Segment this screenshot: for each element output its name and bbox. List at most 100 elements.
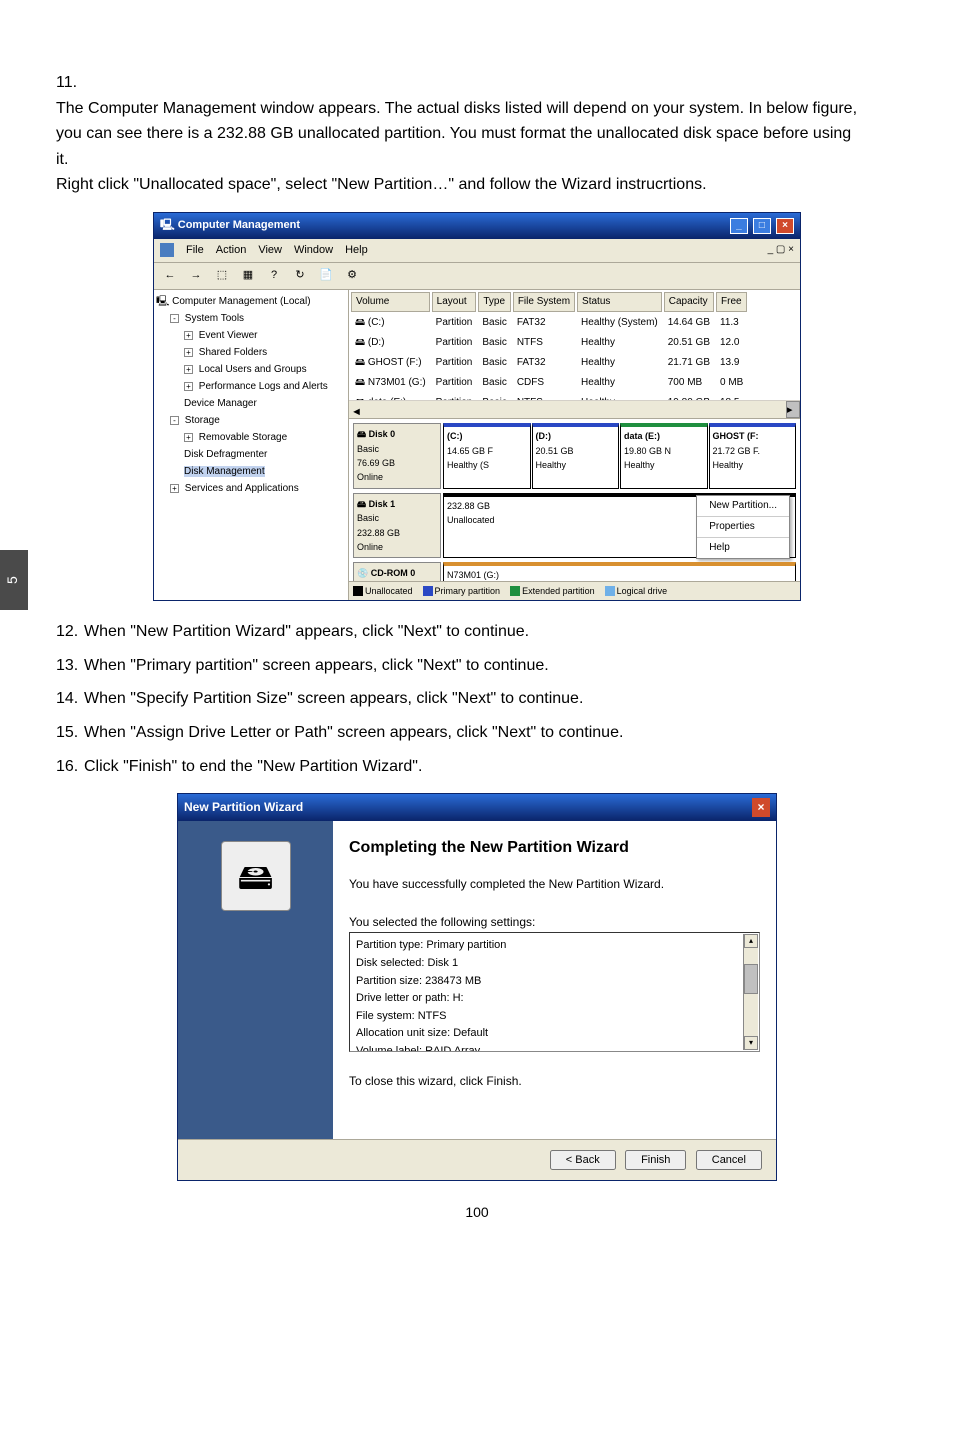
step-text: The Computer Management window appears. … bbox=[56, 96, 866, 198]
tree-item[interactable]: + Shared Folders bbox=[184, 345, 346, 361]
minimize-button[interactable]: _ bbox=[730, 218, 748, 234]
refresh-icon[interactable]: ↻ bbox=[290, 266, 310, 286]
tree-item[interactable]: + Event Viewer bbox=[184, 328, 346, 344]
list-item: Disk selected: Disk 1 bbox=[356, 955, 735, 973]
window-title: Computer Management bbox=[178, 219, 300, 231]
partition[interactable]: (C:)14.65 GB FHealthy (S bbox=[443, 423, 531, 489]
step-number: 12. bbox=[56, 619, 84, 645]
disk-icon: 🖴 bbox=[221, 841, 291, 911]
tree-item[interactable]: Disk Defragmenter bbox=[184, 447, 346, 463]
list-item: Partition size: 238473 MB bbox=[356, 973, 735, 991]
partition[interactable]: GHOST (F:21.72 GB F.Healthy bbox=[709, 423, 797, 489]
maximize-button[interactable]: □ bbox=[753, 218, 771, 234]
tree-item[interactable]: + Performance Logs and Alerts bbox=[184, 379, 346, 395]
show-hide-tree-icon[interactable]: ▦ bbox=[238, 266, 258, 286]
tree-item[interactable]: - Storage+ Removable Storage Disk Defrag… bbox=[170, 413, 346, 480]
step-text: When "Assign Drive Letter or Path" scree… bbox=[84, 720, 894, 746]
scrollbar[interactable]: ▴ ▾ bbox=[743, 934, 758, 1050]
help-icon[interactable]: ? bbox=[264, 266, 284, 286]
step-text: When "Specify Partition Size" screen app… bbox=[84, 686, 894, 712]
column-header[interactable]: Free bbox=[716, 292, 747, 312]
cdrom-partition[interactable]: N73M01 (G:) bbox=[443, 562, 796, 580]
scroll-up-icon[interactable]: ▴ bbox=[744, 934, 758, 948]
mmc-icon bbox=[160, 243, 174, 257]
menu-window[interactable]: Window bbox=[294, 242, 333, 260]
column-header[interactable]: Layout bbox=[432, 292, 477, 312]
column-header[interactable]: Type bbox=[478, 292, 510, 312]
close-button[interactable]: × bbox=[752, 798, 770, 817]
column-header[interactable]: Status bbox=[577, 292, 662, 312]
tree-root[interactable]: 🖳 Computer Management (Local) bbox=[156, 296, 311, 307]
column-header[interactable]: Capacity bbox=[664, 292, 714, 312]
document-body: 11. The Computer Management window appea… bbox=[0, 0, 954, 1254]
wizard-sidebar: 🖴 bbox=[178, 821, 333, 1139]
table-row[interactable]: 🖴 N73M01 (G:)PartitionBasicCDFSHealthy70… bbox=[351, 374, 747, 392]
step-text: When "Primary partition" screen appears,… bbox=[84, 653, 894, 679]
scroll-down-icon[interactable]: ▾ bbox=[744, 1036, 758, 1050]
scroll-thumb[interactable] bbox=[744, 964, 758, 994]
disk1-label[interactable]: 🖴 Disk 1 Basic 232.88 GB Online bbox=[353, 493, 441, 559]
up-icon[interactable]: ⬚ bbox=[212, 266, 232, 286]
list-item: Partition type: Primary partition bbox=[356, 937, 735, 955]
settings-icon[interactable]: ⚙ bbox=[342, 266, 362, 286]
tree-item[interactable]: + Local Users and Groups bbox=[184, 362, 346, 378]
page-side-tab: 5 bbox=[0, 550, 28, 610]
step-number: 14. bbox=[56, 686, 84, 712]
legend: UnallocatedPrimary partitionExtended par… bbox=[349, 581, 800, 600]
disk-map: 🖴 Disk 0 Basic 76.69 GB Online (C:)14.65… bbox=[349, 418, 800, 581]
table-row[interactable]: 🖴 (D:)PartitionBasicNTFSHealthy20.51 GB1… bbox=[351, 334, 747, 352]
mdi-controls[interactable]: _ ▢ × bbox=[768, 242, 794, 258]
forward-icon[interactable]: → bbox=[186, 266, 206, 286]
list-item: Volume label: RAID Array bbox=[356, 1043, 735, 1052]
tree-item[interactable]: + Removable Storage bbox=[184, 430, 346, 446]
step-text: Click "Finish" to end the "New Partition… bbox=[84, 754, 894, 780]
settings-listbox[interactable]: Partition type: Primary partitionDisk se… bbox=[349, 932, 760, 1052]
back-icon[interactable]: ← bbox=[160, 266, 180, 286]
wizard-message: You have successfully completed the New … bbox=[349, 875, 760, 894]
navigation-tree[interactable]: 🖳 Computer Management (Local) - System T… bbox=[154, 290, 349, 600]
ctx-properties[interactable]: Properties bbox=[697, 516, 789, 537]
cdrom-label[interactable]: 💿 CD-ROM 0 DVD bbox=[353, 562, 441, 580]
list-item: Allocation unit size: Default bbox=[356, 1025, 735, 1043]
wizard-titlebar[interactable]: New Partition Wizard × bbox=[178, 794, 776, 821]
column-header[interactable]: Volume bbox=[351, 292, 430, 312]
ctx-help[interactable]: Help bbox=[697, 537, 789, 558]
table-row[interactable]: 🖴 (C:)PartitionBasicFAT32Healthy (System… bbox=[351, 314, 747, 332]
properties-icon[interactable]: 📄 bbox=[316, 266, 336, 286]
partition[interactable]: data (E:)19.80 GB NHealthy bbox=[620, 423, 708, 489]
close-button[interactable]: × bbox=[776, 218, 794, 234]
finish-button[interactable]: Finish bbox=[625, 1150, 686, 1170]
menu-help[interactable]: Help bbox=[345, 242, 368, 260]
menu-action[interactable]: Action bbox=[216, 242, 247, 260]
ctx-new-partition[interactable]: New Partition... bbox=[697, 496, 789, 516]
toolbar: ← → ⬚ ▦ ? ↻ 📄 ⚙ bbox=[154, 263, 800, 290]
menu-file[interactable]: File bbox=[186, 242, 204, 260]
tree-item[interactable]: Device Manager bbox=[184, 396, 346, 412]
disk0-label[interactable]: 🖴 Disk 0 Basic 76.69 GB Online bbox=[353, 423, 441, 489]
list-item: Drive letter or path: H: bbox=[356, 990, 735, 1008]
app-icon: 🖳 bbox=[160, 219, 175, 231]
tree-item[interactable]: Disk Management bbox=[184, 464, 346, 480]
partition[interactable]: (D:)20.51 GBHealthy bbox=[532, 423, 620, 489]
tree-item[interactable]: + Services and Applications bbox=[170, 481, 346, 497]
wizard-subtext: You selected the following settings: bbox=[349, 913, 760, 932]
window-titlebar[interactable]: 🖳 Computer Management _ □ × bbox=[154, 213, 800, 239]
volume-table[interactable]: VolumeLayoutTypeFile SystemStatusCapacit… bbox=[349, 290, 749, 400]
step-number: 13. bbox=[56, 653, 84, 679]
horizontal-scrollbar[interactable]: ◄▸ bbox=[349, 400, 800, 418]
step-number: 16. bbox=[56, 754, 84, 780]
list-item: File system: NTFS bbox=[356, 1008, 735, 1026]
back-button[interactable]: < Back bbox=[550, 1150, 616, 1170]
wizard-heading: Completing the New Partition Wizard bbox=[349, 835, 760, 861]
menu-view[interactable]: View bbox=[258, 242, 282, 260]
new-partition-wizard: New Partition Wizard × 🖴 Completing the … bbox=[177, 793, 777, 1181]
context-menu: New Partition... Properties Help bbox=[696, 495, 790, 559]
step-number: 15. bbox=[56, 720, 84, 746]
close-hint: To close this wizard, click Finish. bbox=[349, 1072, 760, 1091]
column-header[interactable]: File System bbox=[513, 292, 575, 312]
cancel-button[interactable]: Cancel bbox=[696, 1150, 762, 1170]
step-text: When "New Partition Wizard" appears, cli… bbox=[84, 619, 894, 645]
table-row[interactable]: 🖴 GHOST (F:)PartitionBasicFAT32Healthy21… bbox=[351, 354, 747, 372]
computer-management-window: 🖳 Computer Management _ □ × File Action … bbox=[153, 212, 801, 601]
tree-item[interactable]: - System Tools+ Event Viewer+ Shared Fol… bbox=[170, 311, 346, 412]
